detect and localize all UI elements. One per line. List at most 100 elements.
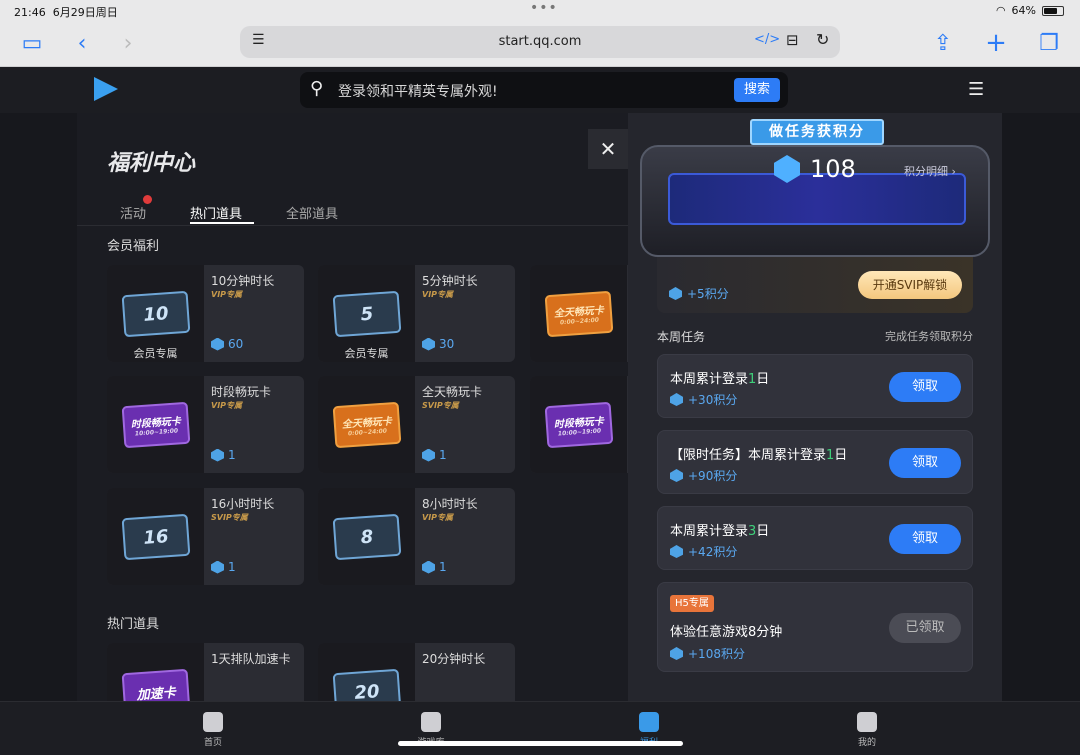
points-gem-icon [422,560,435,574]
ticket-image: 20 [332,668,401,701]
page-title: 福利中心 [107,151,196,176]
svip-reward: +5积分 [669,285,729,302]
item-name: 10分钟时长 [211,274,275,288]
item-card[interactable]: 全天畅玩卡 0:00~24:00 全天畅玩卡 SVIP专属 1 [318,376,515,473]
battery-percent: 64% [1011,4,1036,17]
share-icon[interactable]: ⇪ [928,28,958,58]
ticket-image: 全天畅玩卡 0:00~24:00 [544,290,613,337]
search-input[interactable]: 登录领和平精英专属外观! [338,81,498,101]
item-card[interactable]: 加速卡 1天排队加速卡 [107,643,304,701]
tab-hot-items[interactable]: 热门道具 [190,203,242,222]
points-gem-icon [211,337,224,351]
claim-button[interactable]: 领取 [889,524,961,554]
url-bar[interactable]: ☰ start.qq.com </> ⊟ ↻ [240,26,840,58]
item-tag: SVIP专属 [211,513,248,522]
task-panel: +5积分 开通SVIP解锁 做任务获积分 108 积分明细 › 本周任务 完成任… [628,113,1002,701]
home-indicator[interactable] [398,741,683,746]
new-tab-icon[interactable]: + [981,28,1011,58]
ticket-image: 10 [121,290,190,337]
points-gem-icon [670,545,683,558]
ticket-image: 全天畅玩卡 0:00~24:00 [332,401,401,448]
tab-underline [190,222,254,224]
welfare-center: 福利中心 活动 热门道具 全部道具 会员福利 10 会员专属 10分钟时长 VI… [77,113,629,701]
claim-button[interactable]: 领取 [889,448,961,478]
search-button[interactable]: 搜索 [734,78,780,102]
sidebar-icon[interactable]: ▭ [17,28,47,58]
item-price: 1 [211,448,236,462]
forward-icon[interactable]: › [113,28,143,58]
task-item: 本周累计登录1日 +30积分 领取 [657,354,973,418]
item-tag: VIP专属 [422,290,454,299]
tab-activity[interactable]: 活动 [120,203,146,222]
item-name: 1天排队加速卡 [211,652,291,666]
multitask-dots-icon[interactable]: ••• [530,0,558,16]
task-item: 【限时任务】本周累计登录1日 +90积分 领取 [657,430,973,494]
play-icon [639,712,659,732]
item-card[interactable]: 16 16小时时长 SVIP专属 1 [107,488,304,585]
divider [77,225,629,226]
item-image: 全天畅玩卡 0:00~24:00 [318,376,415,473]
claim-button[interactable]: 领取 [889,372,961,402]
task-points: +108积分 [670,645,745,662]
task-points: +90积分 [670,467,737,484]
site-header: ⚲ 登录领和平精英专属外观! 搜索 ☰ [0,67,1080,113]
status-right: ◠ 64% [996,4,1064,17]
panel-title: 做任务获积分 [750,119,884,145]
h5-badge: H5专属 [670,595,714,612]
status-time: 21:46 6月29日周日 [14,6,118,19]
week-tasks-label: 本周任务 [657,330,706,344]
unlock-svip-button[interactable]: 开通SVIP解锁 [858,271,962,299]
task-title: 本周累计登录3日 [670,524,770,539]
item-tag: VIP专属 [422,513,454,522]
item-card[interactable]: 全天畅玩卡 0:00~24:00 [530,265,629,362]
points-gem-icon [211,448,224,462]
task-item: 本周累计登录3日 +42积分 领取 [657,506,973,570]
home-icon [203,712,223,732]
tab-all-items[interactable]: 全部道具 [286,203,338,222]
points-display: 做任务获积分 108 积分明细 › [640,115,990,270]
task-points: +30积分 [670,391,737,408]
wifi-icon: ◠ [995,4,1006,17]
item-name: 16小时时长 [211,497,275,511]
item-price: 1 [211,560,236,574]
bottom-nav: 首页 游戏库 福利 我的 [0,701,1080,755]
item-price: 1 [422,560,447,574]
task-points: +42积分 [670,543,737,560]
close-icon[interactable]: ✕ [588,129,628,169]
item-image: 加速卡 [107,643,204,701]
item-name: 时段畅玩卡 [211,385,272,399]
search-bar[interactable]: ⚲ 登录领和平精英专属外观! 搜索 [300,72,788,108]
nav-home[interactable]: 首页 [183,712,243,748]
battery-icon [1042,5,1064,16]
status-bar: 21:46 6月29日周日 ••• ◠ 64% [0,0,1080,22]
item-tag: VIP专属 [211,401,243,410]
item-image: 时段畅玩卡 10:00~19:00 [530,376,627,473]
code-icon[interactable]: </> [754,32,780,47]
url-text: start.qq.com [498,34,582,49]
back-icon[interactable]: ‹ [67,28,97,58]
extension-icon[interactable]: ⊟ [786,31,799,49]
item-caption: 会员专属 [344,347,389,360]
item-card[interactable]: 时段畅玩卡 10:00~19:00 时段畅玩卡 VIP专属 1 [107,376,304,473]
reload-icon[interactable]: ↻ [816,30,829,49]
points-gem-icon [670,469,683,482]
item-card[interactable]: 5 会员专属 5分钟时长 VIP专属 30 [318,265,515,362]
logo-icon[interactable] [94,77,118,101]
nav-mine[interactable]: 我的 [837,712,897,748]
item-image: 全天畅玩卡 0:00~24:00 [530,265,627,362]
item-price: 30 [422,337,454,351]
item-card[interactable]: 10 会员专属 10分钟时长 VIP专属 60 [107,265,304,362]
points-detail-link[interactable]: 积分明细 › [904,163,956,179]
item-card[interactable]: 20 20分钟时长 [318,643,515,701]
tabs-overview-icon[interactable]: ❐ [1034,28,1064,58]
menu-icon[interactable]: ☰ [968,79,984,100]
claimed-button[interactable]: 已领取 [889,613,961,643]
item-name: 全天畅玩卡 [422,385,483,399]
item-image: 时段畅玩卡 10:00~19:00 [107,376,204,473]
item-card[interactable]: 8 8小时时长 VIP专属 1 [318,488,515,585]
item-price: 60 [211,337,243,351]
points-gem-icon [670,393,683,406]
section-hot-title: 热门道具 [107,617,160,632]
item-card[interactable]: 时段畅玩卡 10:00~19:00 [530,376,629,473]
section-vip-title: 会员福利 [107,239,160,254]
